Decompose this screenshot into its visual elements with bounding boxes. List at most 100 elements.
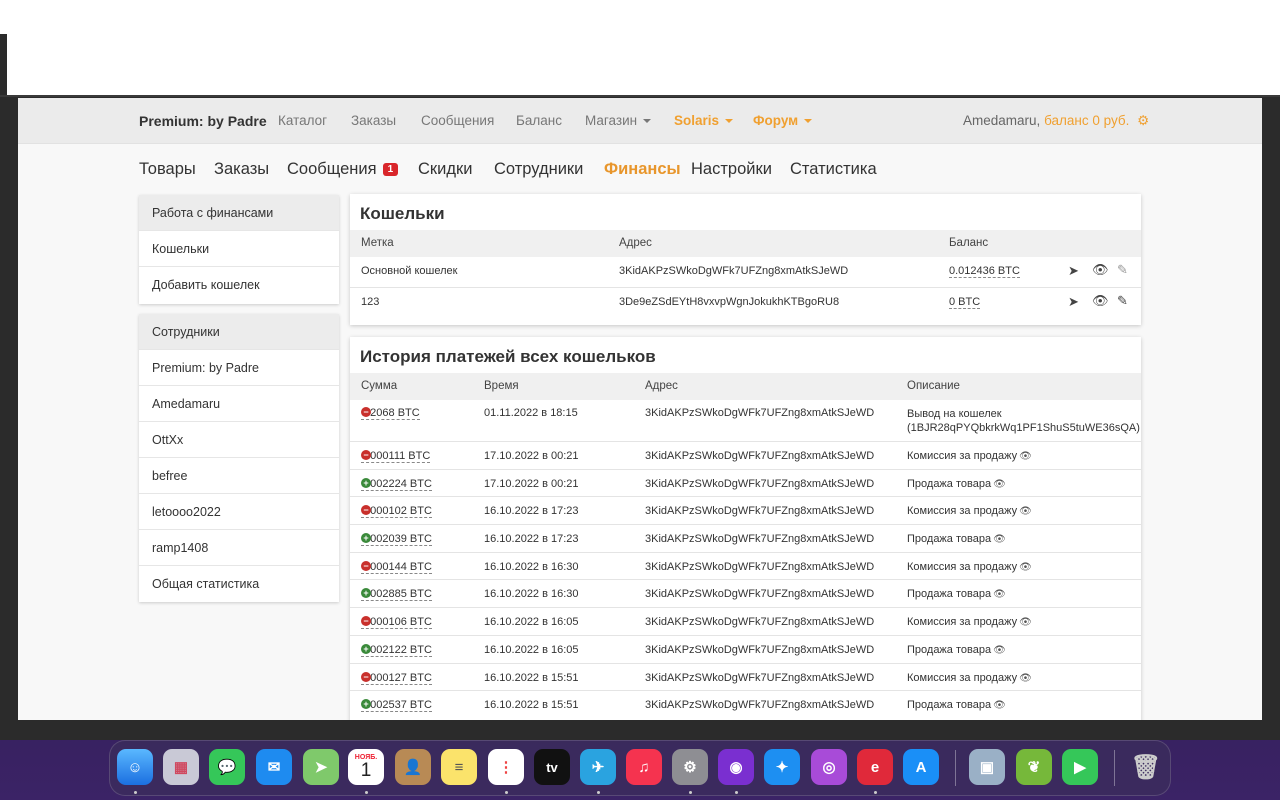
- send-icon[interactable]: ➤: [1068, 294, 1079, 310]
- app-leaf-icon[interactable]: ❦: [1016, 749, 1052, 785]
- system-settings-icon[interactable]: ⚙: [672, 749, 708, 785]
- payment-amount-link[interactable]: 0.002537 BTC: [361, 699, 432, 713]
- eye-icon[interactable]: 👁: [1019, 506, 1032, 517]
- sidebar-item-staff[interactable]: OttXx: [139, 422, 339, 458]
- reminders-icon[interactable]: ⋮: [488, 749, 524, 785]
- sidebar-item-staff[interactable]: ramp1408: [139, 530, 339, 566]
- eye-icon[interactable]: 👁: [993, 589, 1006, 600]
- eye-icon[interactable]: 👁: [993, 479, 1006, 490]
- sidebar-finance-head[interactable]: Работа с финансами: [139, 195, 339, 231]
- nav-messages[interactable]: Сообщения: [421, 113, 494, 128]
- payment-amount-link[interactable]: 0.000102 BTC: [361, 505, 432, 519]
- payment-description-text: Продажа товара: [907, 588, 992, 601]
- running-indicator: [134, 791, 137, 794]
- telegram-icon[interactable]: ✈: [580, 749, 616, 785]
- sidebar-item-add-wallet[interactable]: Добавить кошелек: [139, 267, 339, 304]
- eye-icon[interactable]: 👁: [1092, 262, 1109, 278]
- payment-amount-link[interactable]: 0.002122 BTC: [361, 643, 432, 657]
- messages-icon[interactable]: 💬: [209, 749, 245, 785]
- window-edge: [0, 34, 7, 95]
- calendar-icon[interactable]: НОЯБ. 1: [348, 749, 384, 785]
- mail-icon[interactable]: ✉: [256, 749, 292, 785]
- tab-products[interactable]: Товары: [139, 160, 196, 179]
- nav-catalog[interactable]: Каталог: [278, 113, 327, 128]
- edit-icon[interactable]: ✎: [1117, 262, 1128, 278]
- notes-icon[interactable]: ≡: [441, 749, 477, 785]
- tab-discounts[interactable]: Скидки: [418, 160, 472, 179]
- eye-icon[interactable]: 👁: [1019, 617, 1032, 628]
- payment-amount-link[interactable]: 0.002039 BTC: [361, 533, 432, 547]
- eye-icon[interactable]: 👁: [993, 700, 1006, 711]
- payment-description: Продажа товара 👁: [907, 699, 1006, 711]
- safari-icon[interactable]: ✦: [764, 749, 800, 785]
- payment-amount-link[interactable]: 0.002224 BTC: [361, 477, 432, 491]
- apple-tv-icon[interactable]: tv: [534, 749, 570, 785]
- page-viewport: Premium: by Padre Каталог Заказы Сообщен…: [18, 98, 1262, 720]
- tab-finance[interactable]: Финансы: [604, 160, 681, 179]
- launchpad-icon[interactable]: ▦: [163, 749, 199, 785]
- macos-dock: ☺ ▦ 💬 ✉ ➤ НОЯБ. 1 👤 ≡ ⋮ tv ✈ ♫ ⚙ ◉ ✦ ◎ e…: [109, 740, 1171, 796]
- tor-browser-icon[interactable]: ◉: [718, 749, 754, 785]
- payment-address: 3KidAKPzSWkoDgWFk7UFZng8xmAtkSJeWD: [645, 407, 875, 419]
- tab-statistics[interactable]: Статистика: [790, 160, 877, 179]
- sidebar-item-staff[interactable]: befree: [139, 458, 339, 494]
- payment-amount: −0.000111 BTC: [361, 450, 431, 463]
- running-indicator: [689, 791, 692, 794]
- music-icon[interactable]: ♫: [626, 749, 662, 785]
- sidebar-item-staff[interactable]: letoooo2022: [139, 494, 339, 530]
- payment-description: Продажа товара 👁: [907, 588, 1006, 600]
- eye-icon[interactable]: 👁: [1019, 673, 1032, 684]
- finder-icon[interactable]: ☺: [117, 749, 153, 785]
- nav-balance[interactable]: Баланс: [516, 113, 562, 128]
- trash-icon[interactable]: 🗑: [1128, 749, 1164, 785]
- username-link[interactable]: Amedamaru: [963, 113, 1037, 128]
- gear-icon[interactable]: ⚙: [1137, 113, 1149, 128]
- sidebar-staff-head[interactable]: Сотрудники: [139, 314, 339, 350]
- contacts-icon[interactable]: 👤: [395, 749, 431, 785]
- send-icon[interactable]: ➤: [1068, 263, 1079, 279]
- payment-amount: +0.002537 BTC: [361, 699, 432, 713]
- podcasts-icon[interactable]: ◎: [811, 749, 847, 785]
- eye-icon[interactable]: 👁: [993, 645, 1006, 656]
- brand-link[interactable]: Premium: by Padre: [139, 113, 267, 129]
- payment-amount-link[interactable]: 0.002885 BTC: [361, 588, 432, 602]
- payment-amount-link[interactable]: 0.000127 BTC: [361, 671, 432, 685]
- nav-solaris-dropdown[interactable]: Solaris: [674, 113, 734, 128]
- eye-icon[interactable]: 👁: [1019, 562, 1032, 573]
- expressvpn-icon[interactable]: e: [857, 749, 893, 785]
- wallet-balance[interactable]: 0 BTC: [949, 296, 981, 309]
- sidebar-item-wallets[interactable]: Кошельки: [139, 231, 339, 267]
- eye-icon[interactable]: 👁: [1092, 293, 1109, 309]
- wallet-label: 123: [361, 296, 380, 308]
- payment-amount-link[interactable]: 0.000111 BTC: [361, 450, 431, 463]
- sidebar-item-general-stats[interactable]: Общая статистика: [139, 566, 339, 602]
- eye-icon[interactable]: 👁: [1019, 451, 1032, 462]
- payment-amount: +0.002122 BTC: [361, 643, 432, 657]
- maps-icon[interactable]: ➤: [303, 749, 339, 785]
- preview-icon[interactable]: ▣: [969, 749, 1005, 785]
- payment-amount-link[interactable]: 0.000144 BTC: [361, 560, 432, 574]
- nav-orders[interactable]: Заказы: [351, 113, 396, 128]
- col-amount: Сумма: [361, 380, 398, 392]
- browser-top-area: [0, 0, 1280, 95]
- facetime-icon[interactable]: ▶: [1062, 749, 1098, 785]
- eye-icon[interactable]: 👁: [993, 534, 1006, 545]
- table-row: −0.000144 BTC 16.10.2022 в 16:30 3KidAKPzS…: [350, 553, 1141, 581]
- nav-forum-dropdown[interactable]: Форум: [753, 113, 813, 128]
- wallet-balance[interactable]: 0.012436 BTC: [949, 265, 1020, 278]
- balance-link[interactable]: баланс 0 руб.: [1044, 113, 1129, 128]
- tab-settings[interactable]: Настройки: [691, 160, 772, 179]
- payment-address: 3KidAKPzSWkoDgWFk7UFZng8xmAtkSJeWD: [645, 588, 875, 601]
- sidebar-item-staff[interactable]: Premium: by Padre: [139, 350, 339, 386]
- payment-amount: −0.000106 BTC: [361, 616, 432, 630]
- app-store-icon[interactable]: A: [903, 749, 939, 785]
- tab-orders[interactable]: Заказы: [214, 160, 269, 179]
- edit-icon[interactable]: ✎: [1117, 293, 1128, 309]
- table-row: −0.000106 BTC 16.10.2022 в 16:05 3KidAKPzS…: [350, 608, 1141, 636]
- payment-amount-link[interactable]: 0.000106 BTC: [361, 616, 432, 630]
- sidebar-item-staff[interactable]: Amedamaru: [139, 386, 339, 422]
- tab-staff[interactable]: Сотрудники: [494, 160, 583, 179]
- nav-solaris-label: Solaris: [674, 113, 720, 128]
- nav-shop-dropdown[interactable]: Магазин: [585, 113, 652, 128]
- tab-messages[interactable]: Сообщения 1: [287, 160, 399, 179]
